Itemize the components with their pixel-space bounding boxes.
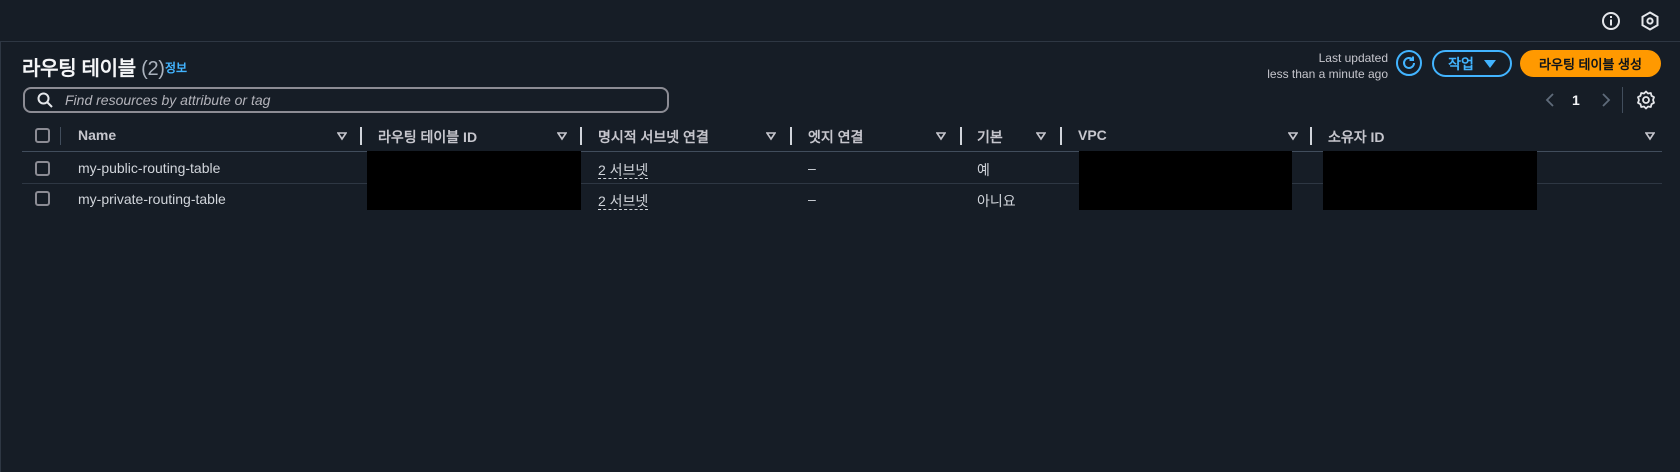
search-input[interactable] (63, 91, 647, 109)
last-updated-label: Last updated (1318, 51, 1388, 65)
search-bar (23, 87, 669, 113)
caret-down-icon (1483, 59, 1496, 68)
column-header-edge-association[interactable]: 엣지 연결 (808, 125, 958, 147)
sort-icon (766, 132, 776, 141)
sort-icon (936, 132, 946, 141)
table-cell-explicit-subnet[interactable]: 2 서브넷 (598, 160, 649, 180)
column-header-label: VPC (1078, 127, 1107, 143)
column-divider (60, 127, 61, 145)
column-resizer[interactable] (960, 127, 962, 145)
column-resizer[interactable] (580, 127, 582, 145)
column-header-vpc[interactable]: VPC (1078, 125, 1298, 147)
page-title: 라우팅 테이블 (2) (22, 52, 165, 81)
column-resizer[interactable] (360, 127, 362, 145)
column-header-label: 기본 (977, 129, 1003, 145)
sort-icon (1036, 132, 1046, 141)
table-cell-main: 예 (977, 162, 990, 178)
column-resizer[interactable] (1060, 127, 1062, 145)
column-header-label: 명시적 서브넷 연결 (598, 129, 709, 145)
sort-icon (1645, 132, 1655, 141)
column-header-main[interactable]: 기본 (977, 125, 1057, 147)
info-icon[interactable] (1600, 10, 1622, 32)
page-number[interactable]: 1 (1572, 92, 1580, 108)
column-header-route-table-id[interactable]: 라우팅 테이블 ID (378, 125, 573, 147)
info-link[interactable]: 정보 (165, 59, 187, 76)
row-checkbox[interactable] (35, 191, 50, 206)
column-resizer[interactable] (790, 127, 792, 145)
subnet-association-link[interactable]: 2 서브넷 (598, 193, 649, 210)
pagination-divider (1622, 87, 1623, 113)
sort-icon (557, 132, 567, 141)
column-header-label: Name (78, 127, 117, 143)
actions-label: 작업 (1448, 55, 1474, 72)
search-icon (37, 92, 53, 108)
previous-page-icon[interactable] (1543, 91, 1557, 109)
redacted-vpc (1079, 151, 1292, 210)
table-cell-main: 아니요 (977, 193, 1016, 209)
create-route-table-button[interactable]: 라우팅 테이블 생성 (1520, 50, 1661, 77)
resource-count: (2) (141, 58, 165, 80)
table-cell-name[interactable]: my-public-routing-table (78, 160, 220, 176)
column-resizer[interactable] (1310, 127, 1312, 145)
redacted-owner-id (1323, 151, 1537, 210)
column-header-label: 소유자 ID (1328, 129, 1385, 145)
page-title-text: 라우팅 테이블 (22, 58, 136, 80)
column-header-explicit-subnet[interactable]: 명시적 서브넷 연결 (598, 125, 788, 147)
column-header-name[interactable]: Name (78, 125, 350, 147)
sort-icon (337, 132, 347, 141)
table-cell-name[interactable]: my-private-routing-table (78, 191, 226, 207)
sort-icon (1288, 132, 1298, 141)
last-updated: Last updated less than a minute ago (1200, 50, 1388, 82)
last-updated-value: less than a minute ago (1267, 67, 1388, 81)
notification-settings-icon[interactable] (1639, 10, 1661, 32)
redacted-route-table-id (367, 151, 581, 210)
refresh-icon (1403, 56, 1415, 69)
table-cell-explicit-subnet[interactable]: 2 서브넷 (598, 191, 649, 211)
refresh-button[interactable] (1396, 50, 1422, 76)
column-header-label: 엣지 연결 (808, 129, 864, 145)
column-header-owner-id[interactable]: 소유자 ID (1328, 125, 1663, 147)
row-checkbox[interactable] (35, 161, 50, 176)
gear-icon[interactable] (1636, 90, 1656, 110)
table-cell-edge: – (808, 160, 816, 176)
column-header-label: 라우팅 테이블 ID (378, 129, 478, 145)
subnet-association-link[interactable]: 2 서브넷 (598, 162, 649, 179)
select-all-checkbox[interactable] (35, 128, 50, 143)
top-navigation-bar (0, 0, 1680, 42)
table-cell-edge: – (808, 191, 816, 207)
actions-dropdown-button[interactable]: 작업 (1432, 50, 1512, 77)
next-page-icon[interactable] (1599, 91, 1613, 109)
